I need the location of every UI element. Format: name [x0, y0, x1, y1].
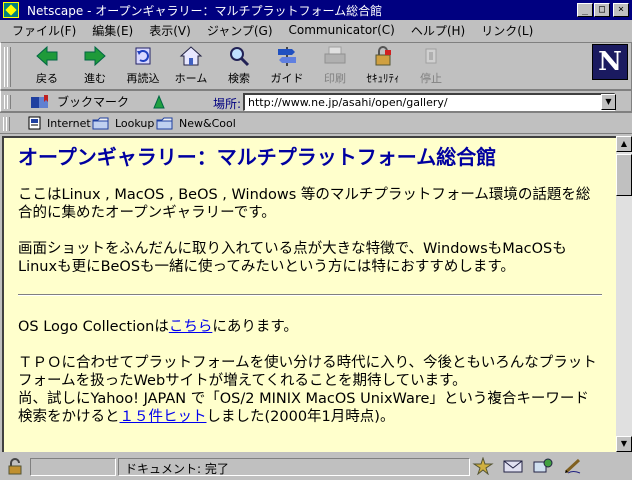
forward-arrow-icon	[84, 45, 106, 67]
menu-links[interactable]: リンク(L)	[473, 22, 541, 39]
netscape-logo[interactable]: N	[592, 44, 628, 80]
print-button[interactable]: 印刷	[311, 45, 359, 87]
document-icon	[28, 116, 41, 130]
menu-edit[interactable]: 編集(E)	[84, 22, 141, 39]
navigation-toolbar: 戻る 進む 再読込 ホーム 検索 ガイド 印刷 ｾｷｭﾘﾃｨ 停止	[0, 42, 632, 90]
forward-button[interactable]: 進む	[71, 45, 119, 87]
toolbar-grip[interactable]	[3, 45, 11, 89]
mail-component-icon[interactable]	[502, 457, 524, 475]
internet-label: Internet	[47, 116, 91, 130]
scroll-up-button[interactable]: ▲	[616, 136, 632, 152]
personal-grip[interactable]	[2, 115, 10, 133]
navigator-component-icon[interactable]	[472, 457, 494, 475]
personal-toolbar: Internet Lookup New&Cool	[0, 112, 632, 134]
bookmark-icon	[31, 94, 48, 108]
search-icon	[230, 47, 250, 67]
page-title: オープンギャラリー：マルチプラットフォーム総合館	[18, 145, 497, 169]
menu-file[interactable]: ファイル(F)	[4, 22, 84, 39]
stop-label: 停止	[420, 72, 442, 85]
feature-paragraph: 画面ショットをふんだんに取り入れている点が大きな特徴で、WindowsもMacO…	[18, 241, 567, 275]
back-button[interactable]: 戻る	[23, 45, 71, 87]
window-title: Netscape - オープンギャラリー：マルチプラットフォーム総合館	[27, 3, 383, 18]
back-arrow-icon	[36, 45, 58, 67]
logo-collection-link[interactable]: こちら	[169, 319, 213, 335]
scroll-thumb[interactable]	[616, 154, 632, 196]
location-bar: ブックマーク 場所: http://www.ne.jp/asahi/open/g…	[0, 90, 632, 112]
search-button[interactable]: 検索	[215, 45, 263, 87]
reload-label: 再読込	[126, 72, 160, 85]
status-bar: ドキュメント: 完了	[0, 454, 632, 480]
guide-icon	[278, 47, 296, 66]
lookup-label: Lookup	[115, 116, 155, 130]
location-grip[interactable]	[3, 93, 11, 111]
menu-bar: ファイル(F) 編集(E) 表示(V) ジャンプ(G) Communicator…	[0, 20, 632, 40]
home-icon	[179, 46, 203, 66]
bookmarks-button[interactable]: ブックマーク	[29, 93, 129, 110]
status-text: ドキュメント: 完了	[118, 458, 470, 476]
lookup-folder[interactable]: Lookup	[92, 116, 154, 130]
security-lock-icon[interactable]	[6, 458, 24, 476]
stop-button[interactable]: 停止	[407, 45, 455, 87]
home-label: ホーム	[174, 72, 208, 85]
new-cool-label: New&Cool	[179, 116, 236, 130]
tpo-paragraph: ＴＰＯに合わせてプラットフォームを使い分ける時代に入り、今後ともいろんなプラット…	[18, 354, 602, 426]
intro-paragraph: ここはLinux , MacOS , BeOS , Windows 等のマルチプ…	[18, 187, 591, 221]
title-bar[interactable]: Netscape - オープンギャラリー：マルチプラットフォーム総合館 _ □ …	[0, 0, 632, 20]
horizontal-rule	[18, 294, 602, 296]
security-icon	[375, 46, 391, 66]
guide-label: ガイド	[270, 72, 304, 85]
progress-area	[30, 458, 116, 476]
reload-button[interactable]: 再読込	[119, 45, 167, 87]
menu-communicator[interactable]: Communicator(C)	[281, 23, 403, 37]
print-icon	[324, 46, 346, 64]
folder-icon	[92, 117, 109, 130]
search-text-suffix: しました(2000年1月時点)。	[206, 409, 395, 425]
guide-button[interactable]: ガイド	[263, 45, 311, 87]
page-proxy-icon[interactable]	[151, 94, 167, 110]
logo-text-suffix: にあります。	[212, 319, 298, 335]
stop-icon	[425, 48, 437, 64]
menu-view[interactable]: 表示(V)	[141, 22, 199, 39]
forward-label: 進む	[84, 72, 106, 85]
scroll-down-button[interactable]: ▼	[616, 436, 632, 452]
back-label: 戻る	[36, 72, 58, 85]
vertical-scrollbar[interactable]: ▲ ▼	[616, 136, 632, 452]
netscape-window-icon[interactable]	[3, 2, 19, 18]
minimize-button[interactable]: _	[577, 3, 593, 17]
close-button[interactable]: ×	[613, 3, 629, 17]
maximize-button[interactable]: □	[594, 3, 610, 17]
composer-component-icon[interactable]	[562, 457, 584, 475]
print-label: 印刷	[324, 72, 346, 85]
security-label: ｾｷｭﾘﾃｨ	[366, 72, 400, 85]
logo-paragraph: OS Logo Collectionはこちらにあります。	[18, 318, 602, 336]
url-dropdown-button[interactable]: ▼	[601, 94, 616, 110]
new-cool-folder[interactable]: New&Cool	[156, 116, 236, 130]
search-label: 検索	[228, 72, 250, 85]
security-button[interactable]: ｾｷｭﾘﾃｨ	[359, 45, 407, 87]
reload-icon	[135, 47, 151, 65]
location-label: 場所:	[213, 97, 242, 111]
bookmarks-label: ブックマーク	[57, 95, 130, 109]
page-viewport[interactable]: オープンギャラリー：マルチプラットフォーム総合館 ここはLinux , MacO…	[2, 136, 616, 452]
newsgroup-component-icon[interactable]	[532, 457, 554, 475]
menu-help[interactable]: ヘルプ(H)	[403, 22, 473, 39]
internet-bookmark[interactable]: Internet	[28, 116, 91, 130]
url-field[interactable]: http://www.ne.jp/asahi/open/gallery/	[243, 93, 615, 111]
tpo-text: ＴＰＯに合わせてプラットフォームを使い分ける時代に入り、今後ともいろんなプラット…	[18, 355, 597, 389]
logo-text-prefix: OS Logo Collectionは	[18, 319, 169, 335]
folder-icon	[156, 117, 173, 130]
menu-go[interactable]: ジャンプ(G)	[199, 22, 281, 39]
search-hits-link[interactable]: １５件ヒット	[120, 409, 207, 425]
home-button[interactable]: ホーム	[167, 45, 215, 87]
